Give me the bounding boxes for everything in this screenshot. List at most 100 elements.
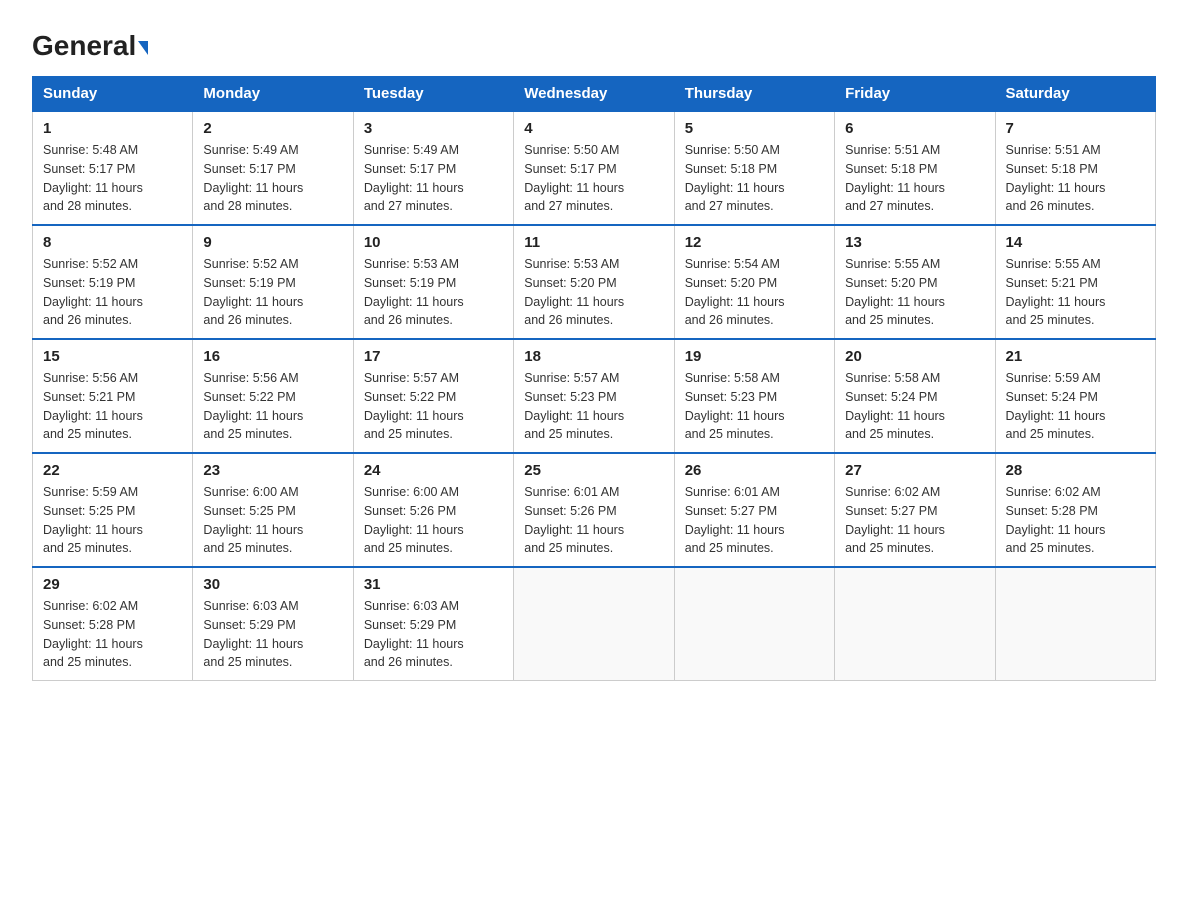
calendar-week-row: 1 Sunrise: 5:48 AMSunset: 5:17 PMDaylight… (33, 111, 1156, 225)
day-info: Sunrise: 5:56 AMSunset: 5:21 PMDaylight:… (43, 369, 182, 444)
calendar-cell: 28Sunrise: 6:02 AMSunset: 5:28 PMDayligh… (995, 453, 1155, 567)
day-number: 15 (43, 348, 182, 365)
calendar-week-row: 8Sunrise: 5:52 AMSunset: 5:19 PMDaylight… (33, 225, 1156, 339)
logo: General (32, 32, 148, 58)
weekday-header-row: SundayMondayTuesdayWednesdayThursdayFrid… (33, 77, 1156, 112)
calendar-cell: 20 Sunrise: 5:58 AMSunset: 5:24 PMDayligh… (835, 339, 995, 453)
calendar-cell: 12 Sunrise: 5:54 AMSunset: 5:20 PMDayligh… (674, 225, 834, 339)
day-number: 5 (685, 120, 824, 137)
day-info: Sunrise: 6:01 AMSunset: 5:27 PMDaylight:… (685, 483, 824, 558)
day-number: 7 (1006, 120, 1145, 137)
day-info: Sunrise: 5:52 AMSunset: 5:19 PMDaylight:… (203, 255, 342, 330)
calendar-cell (674, 567, 834, 681)
calendar-cell: 2Sunrise: 5:49 AMSunset: 5:17 PMDaylight… (193, 111, 353, 225)
day-number: 23 (203, 462, 342, 479)
day-info: Sunrise: 6:03 AMSunset: 5:29 PMDaylight:… (364, 597, 503, 672)
day-info: Sunrise: 5:48 AMSunset: 5:17 PMDaylight:… (43, 141, 182, 216)
day-number: 19 (685, 348, 824, 365)
calendar-cell: 14 Sunrise: 5:55 AMSunset: 5:21 PMDayligh… (995, 225, 1155, 339)
day-info: Sunrise: 5:51 AMSunset: 5:18 PMDaylight:… (1006, 141, 1145, 216)
day-info: Sunrise: 6:02 AMSunset: 5:28 PMDaylight:… (43, 597, 182, 672)
day-number: 10 (364, 234, 503, 251)
weekday-header-monday: Monday (193, 77, 353, 112)
calendar-cell: 29 Sunrise: 6:02 AMSunset: 5:28 PMDayligh… (33, 567, 193, 681)
day-number: 29 (43, 576, 182, 593)
day-info: Sunrise: 5:49 AMSunset: 5:17 PMDaylight:… (364, 141, 503, 216)
day-number: 6 (845, 120, 984, 137)
calendar-cell: 13Sunrise: 5:55 AMSunset: 5:20 PMDayligh… (835, 225, 995, 339)
day-info: Sunrise: 5:58 AMSunset: 5:24 PMDaylight:… (845, 369, 984, 444)
calendar-cell: 19 Sunrise: 5:58 AMSunset: 5:23 PMDayligh… (674, 339, 834, 453)
calendar-cell: 27Sunrise: 6:02 AMSunset: 5:27 PMDayligh… (835, 453, 995, 567)
day-info: Sunrise: 5:49 AMSunset: 5:17 PMDaylight:… (203, 141, 342, 216)
day-number: 12 (685, 234, 824, 251)
calendar-cell (835, 567, 995, 681)
day-number: 21 (1006, 348, 1145, 365)
calendar-cell: 4 Sunrise: 5:50 AMSunset: 5:17 PMDaylight… (514, 111, 674, 225)
calendar-cell: 15 Sunrise: 5:56 AMSunset: 5:21 PMDayligh… (33, 339, 193, 453)
day-number: 20 (845, 348, 984, 365)
calendar-cell: 10 Sunrise: 5:53 AMSunset: 5:19 PMDayligh… (353, 225, 513, 339)
day-info: Sunrise: 5:50 AMSunset: 5:18 PMDaylight:… (685, 141, 824, 216)
calendar-cell (514, 567, 674, 681)
calendar-cell: 11 Sunrise: 5:53 AMSunset: 5:20 PMDayligh… (514, 225, 674, 339)
day-info: Sunrise: 5:57 AMSunset: 5:22 PMDaylight:… (364, 369, 503, 444)
calendar-cell: 26 Sunrise: 6:01 AMSunset: 5:27 PMDayligh… (674, 453, 834, 567)
calendar-cell: 18 Sunrise: 5:57 AMSunset: 5:23 PMDayligh… (514, 339, 674, 453)
day-info: Sunrise: 5:57 AMSunset: 5:23 PMDaylight:… (524, 369, 663, 444)
day-info: Sunrise: 5:53 AMSunset: 5:19 PMDaylight:… (364, 255, 503, 330)
weekday-header-friday: Friday (835, 77, 995, 112)
calendar-cell: 5 Sunrise: 5:50 AMSunset: 5:18 PMDaylight… (674, 111, 834, 225)
day-number: 4 (524, 120, 663, 137)
calendar-cell: 7 Sunrise: 5:51 AMSunset: 5:18 PMDaylight… (995, 111, 1155, 225)
calendar-cell: 9 Sunrise: 5:52 AMSunset: 5:19 PMDaylight… (193, 225, 353, 339)
calendar-cell: 31Sunrise: 6:03 AMSunset: 5:29 PMDayligh… (353, 567, 513, 681)
day-number: 30 (203, 576, 342, 593)
day-info: Sunrise: 5:53 AMSunset: 5:20 PMDaylight:… (524, 255, 663, 330)
day-info: Sunrise: 5:59 AMSunset: 5:24 PMDaylight:… (1006, 369, 1145, 444)
calendar-table: SundayMondayTuesdayWednesdayThursdayFrid… (32, 76, 1156, 681)
day-number: 1 (43, 120, 182, 137)
day-number: 26 (685, 462, 824, 479)
day-info: Sunrise: 6:03 AMSunset: 5:29 PMDaylight:… (203, 597, 342, 672)
day-info: Sunrise: 6:01 AMSunset: 5:26 PMDaylight:… (524, 483, 663, 558)
day-info: Sunrise: 5:55 AMSunset: 5:21 PMDaylight:… (1006, 255, 1145, 330)
day-info: Sunrise: 5:56 AMSunset: 5:22 PMDaylight:… (203, 369, 342, 444)
day-number: 14 (1006, 234, 1145, 251)
day-number: 25 (524, 462, 663, 479)
day-number: 11 (524, 234, 663, 251)
day-number: 17 (364, 348, 503, 365)
day-info: Sunrise: 5:58 AMSunset: 5:23 PMDaylight:… (685, 369, 824, 444)
calendar-cell (995, 567, 1155, 681)
day-info: Sunrise: 5:50 AMSunset: 5:17 PMDaylight:… (524, 141, 663, 216)
day-info: Sunrise: 6:02 AMSunset: 5:27 PMDaylight:… (845, 483, 984, 558)
logo-general: General (32, 32, 148, 60)
day-info: Sunrise: 6:00 AMSunset: 5:25 PMDaylight:… (203, 483, 342, 558)
weekday-header-saturday: Saturday (995, 77, 1155, 112)
day-number: 9 (203, 234, 342, 251)
logo-triangle-icon (138, 41, 148, 55)
weekday-header-tuesday: Tuesday (353, 77, 513, 112)
weekday-header-sunday: Sunday (33, 77, 193, 112)
calendar-cell: 22Sunrise: 5:59 AMSunset: 5:25 PMDayligh… (33, 453, 193, 567)
day-number: 3 (364, 120, 503, 137)
day-info: Sunrise: 5:54 AMSunset: 5:20 PMDaylight:… (685, 255, 824, 330)
calendar-cell: 6 Sunrise: 5:51 AMSunset: 5:18 PMDaylight… (835, 111, 995, 225)
weekday-header-wednesday: Wednesday (514, 77, 674, 112)
page-header: General (32, 24, 1156, 58)
day-info: Sunrise: 6:02 AMSunset: 5:28 PMDaylight:… (1006, 483, 1145, 558)
day-info: Sunrise: 5:59 AMSunset: 5:25 PMDaylight:… (43, 483, 182, 558)
day-info: Sunrise: 5:51 AMSunset: 5:18 PMDaylight:… (845, 141, 984, 216)
calendar-cell: 25 Sunrise: 6:01 AMSunset: 5:26 PMDayligh… (514, 453, 674, 567)
calendar-cell: 1 Sunrise: 5:48 AMSunset: 5:17 PMDaylight… (33, 111, 193, 225)
calendar-week-row: 22Sunrise: 5:59 AMSunset: 5:25 PMDayligh… (33, 453, 1156, 567)
calendar-cell: 23 Sunrise: 6:00 AMSunset: 5:25 PMDayligh… (193, 453, 353, 567)
calendar-cell: 21 Sunrise: 5:59 AMSunset: 5:24 PMDayligh… (995, 339, 1155, 453)
day-number: 18 (524, 348, 663, 365)
calendar-cell: 24Sunrise: 6:00 AMSunset: 5:26 PMDayligh… (353, 453, 513, 567)
day-info: Sunrise: 6:00 AMSunset: 5:26 PMDaylight:… (364, 483, 503, 558)
day-number: 13 (845, 234, 984, 251)
calendar-cell: 3 Sunrise: 5:49 AMSunset: 5:17 PMDaylight… (353, 111, 513, 225)
calendar-cell: 17 Sunrise: 5:57 AMSunset: 5:22 PMDayligh… (353, 339, 513, 453)
calendar-week-row: 29 Sunrise: 6:02 AMSunset: 5:28 PMDayligh… (33, 567, 1156, 681)
